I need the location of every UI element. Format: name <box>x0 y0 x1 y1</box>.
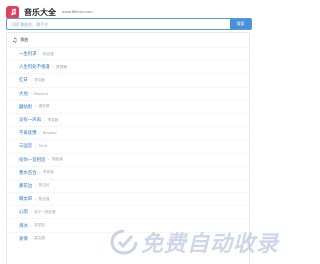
song-name[interactable]: 红日 <box>19 77 28 83</box>
list-item[interactable]: 不再犹豫 - Beyond <box>7 126 249 139</box>
watermark-logo-icon <box>110 229 138 255</box>
separator-dash: - <box>34 183 37 189</box>
separator-dash: - <box>34 196 37 202</box>
song-name[interactable]: 囍帖街 <box>19 104 32 110</box>
list-item[interactable]: 曹水百合 - 李克勤 <box>7 165 249 179</box>
list-item[interactable]: 人生何处不相逢 - 陈慧娴 <box>7 60 249 73</box>
list-item[interactable]: 心雨 - 毛宁 / 杨钰莹 <box>7 205 249 218</box>
song-name[interactable]: 人生何处不相逢 <box>19 64 50 70</box>
list-item[interactable]: 没有一声再 - 李克勤 <box>7 112 249 126</box>
song-artist[interactable]: 莫文蔚 <box>34 236 45 241</box>
song-name[interactable]: 一生何求 <box>19 51 37 57</box>
page: 音乐大全 www.88hmv.com 搜索 ♫ 歌曲 一生何求-陈百强 人生何处… <box>0 0 278 264</box>
separator-dash: - <box>39 130 41 136</box>
song-artist[interactable]: 陈洁仪 <box>39 183 50 188</box>
separator-dash: - <box>30 223 32 229</box>
panel-header: ♫ 歌曲 <box>12 35 28 45</box>
song-artist[interactable]: Tank <box>39 144 47 148</box>
list-item[interactable]: 红日 - 李克勤 <box>7 73 249 86</box>
separator-dash: - <box>30 77 32 83</box>
song-artist[interactable]: 张韶涵 <box>52 157 63 162</box>
watermark-text: 免费自动收录 <box>141 232 280 257</box>
song-artist[interactable]: 谢安琪 <box>39 104 50 109</box>
list-item[interactable]: 投你一首相思 - 张韶涵 <box>7 152 249 166</box>
song-name[interactable]: 爱情 <box>19 236 28 242</box>
search-button[interactable]: 搜索 <box>230 19 251 29</box>
separator-dash: - <box>47 157 50 163</box>
music-list-icon: ♫ <box>12 36 18 44</box>
list-item[interactable]: 囍帖街 - 谢安琪 <box>7 99 249 113</box>
song-artist[interactable]: 陈慧娴 <box>56 65 67 70</box>
song-name[interactable]: 大地 <box>19 91 28 97</box>
song-artist[interactable]: 陈百强 <box>43 52 54 57</box>
song-artist[interactable]: 张学友 <box>34 223 45 228</box>
search-bar: 搜索 <box>6 18 252 30</box>
list-item[interactable]: 藤花边 - 陈洁仪 <box>7 178 249 192</box>
song-name[interactable]: 没有一声再 <box>19 117 41 123</box>
separator-dash: - <box>30 236 32 242</box>
music-note-icon[interactable] <box>6 5 19 19</box>
song-name[interactable]: 藤花边 <box>19 183 32 189</box>
song-name[interactable]: 不再犹豫 <box>19 130 37 136</box>
search-input[interactable] <box>7 19 219 29</box>
separator-dash: - <box>39 51 41 57</box>
site-title[interactable]: 音乐大全 <box>24 7 56 18</box>
site-header: 音乐大全 www.88hmv.com <box>6 5 93 19</box>
song-name[interactable]: 心雨 <box>19 209 28 215</box>
song-artist[interactable]: 李克勤 <box>47 118 58 123</box>
song-name[interactable]: 卿女郎 <box>19 196 32 202</box>
song-name[interactable]: 三国恋 <box>19 143 32 149</box>
site-url: www.88hmv.com <box>62 10 93 14</box>
list-item[interactable]: 卿女郎 - 陈百强 <box>7 192 249 205</box>
song-list: 一生何求 - 陈百强 人生何处不相逢 - 陈慧娴 红日 - 李克勤 大地 - Beyond 囍帖… <box>7 47 249 245</box>
separator-dash: - <box>43 117 45 123</box>
list-item[interactable]: 大地 - Beyond <box>7 86 249 100</box>
song-artist[interactable]: 毛宁 / 杨钰莹 <box>34 210 55 215</box>
separator-dash: - <box>34 104 37 110</box>
separator-dash: - <box>30 91 32 97</box>
song-name[interactable]: 投你一首相思 <box>19 157 45 163</box>
separator-dash: - <box>30 209 32 215</box>
song-artist[interactable]: Beyond <box>43 131 57 135</box>
song-artist[interactable]: 陈百强 <box>39 197 50 202</box>
separator-dash: - <box>39 170 41 176</box>
song-name[interactable]: 滑冰 <box>19 223 28 229</box>
song-artist[interactable]: 李克勤 <box>34 78 45 83</box>
watermark: 免费自动收录 <box>110 228 280 257</box>
song-artist[interactable]: 李克勤 <box>43 170 54 175</box>
separator-dash: - <box>34 143 37 149</box>
song-name[interactable]: 曹水百合 <box>19 170 37 176</box>
song-artist[interactable]: Beyond <box>34 92 48 96</box>
list-item[interactable]: 三国恋 - Tank <box>7 139 249 152</box>
separator-dash: - <box>52 64 54 70</box>
panel-title: 歌曲 <box>20 37 29 42</box>
list-item[interactable]: 一生何求 - 陈百强 <box>7 47 249 60</box>
